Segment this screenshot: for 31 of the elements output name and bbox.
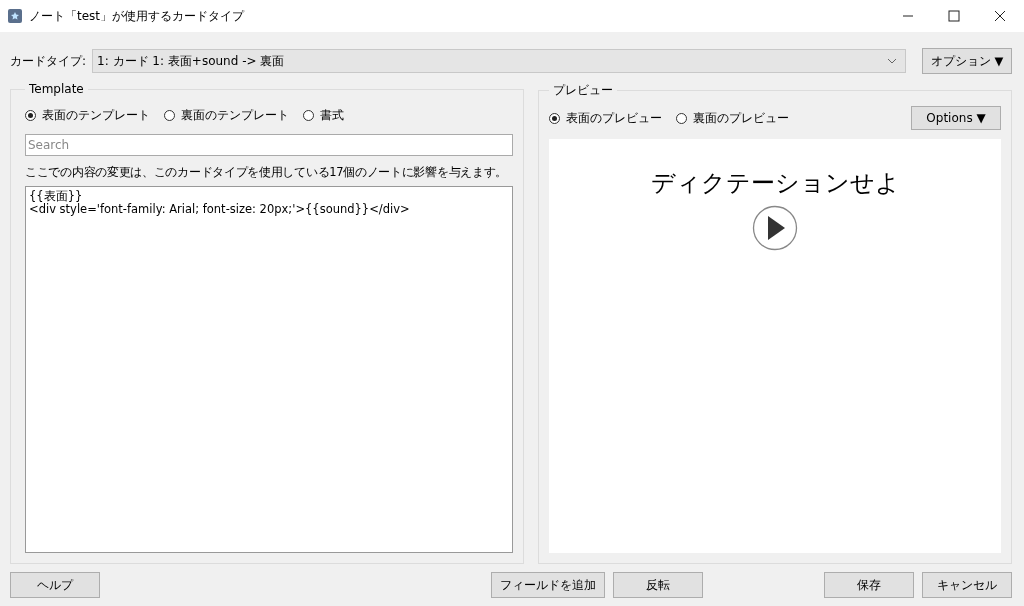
radio-circle[interactable] [676,112,687,124]
notice-text: ここでの内容の変更は、このカードタイプを使用している17個のノートに影響を与えます。 [25,165,509,180]
dialog-button[interactable]: フィールドを追加 [491,572,605,598]
chevron-down-icon [887,58,897,64]
help-button[interactable]: ヘルプ [10,572,100,598]
group-title: Template [28,82,85,96]
preview-radio[interactable]: 表面のプレビュー [549,109,662,127]
template-radio[interactable]: 裏面のテンプレート [164,106,289,124]
dialog-button[interactable]: 保存 [824,572,914,598]
window-title: ノート「test」が使用するカードタイプ [29,7,245,25]
search-field[interactable]: Search [25,134,513,156]
maximize-icon[interactable] [948,10,960,22]
radio-circle[interactable] [549,112,560,124]
play-icon[interactable] [752,205,798,251]
group-title: プレビュー [552,82,614,99]
template-radio[interactable]: 表面のテンプレート [25,106,150,124]
radio-circle[interactable] [164,109,175,121]
preview-radio[interactable]: 裏面のプレビュー [676,109,789,127]
card-text: ディクテーションせよ [650,168,900,199]
template-editor[interactable]: {{表面}} <div style='font-family: Arial; font-size: 20px;'>{{sound}}</div> [25,186,513,553]
dialog-button[interactable]: 反転 [613,572,703,598]
radio-circle[interactable] [25,109,36,121]
app-icon [7,8,23,24]
dialog-button[interactable]: キャンセル [922,572,1012,598]
card-type-dropdown[interactable]: 1: カード 1: 表面+sound -> 裏面 [92,49,906,73]
close-icon[interactable] [994,10,1006,22]
radio-circle[interactable] [303,109,314,121]
template-radio[interactable]: 書式 [303,106,344,124]
options-button[interactable]: Options ▼ [911,106,1001,130]
card-type-label: カードタイプ: [10,52,87,70]
options-button[interactable]: オプション ▼ [922,48,1012,74]
